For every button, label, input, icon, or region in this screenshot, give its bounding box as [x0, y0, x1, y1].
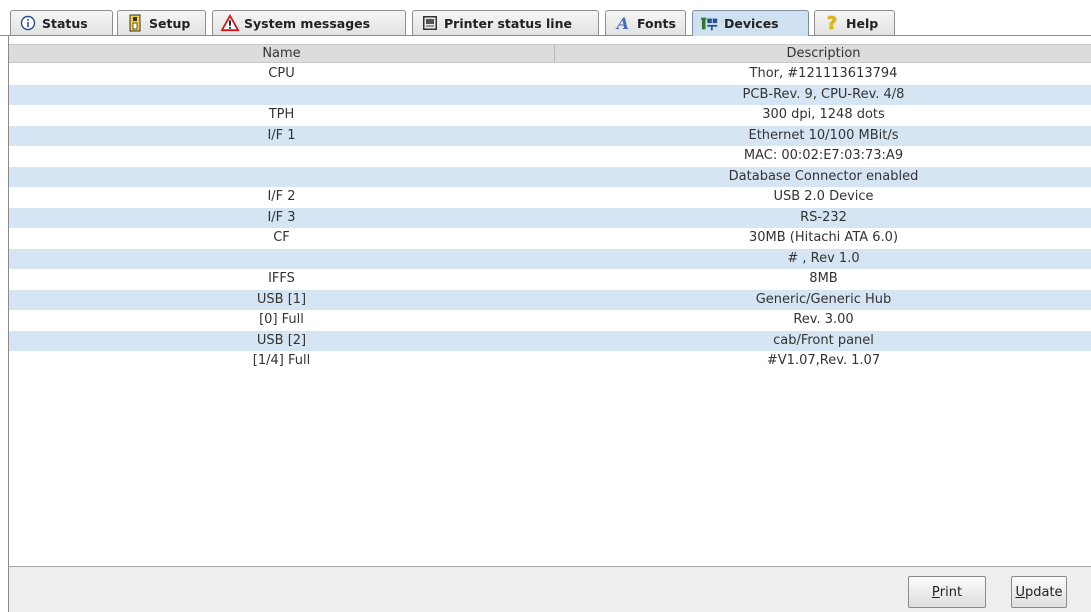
cell-description: Ethernet 10/100 MBit/s — [748, 127, 899, 143]
cell-description: # , Rev 1.0 — [787, 250, 860, 266]
column-header-name[interactable]: Name — [9, 45, 555, 62]
cell-description: PCB-Rev. 9, CPU-Rev. 4/8 — [742, 86, 905, 102]
printer-status-icon — [421, 14, 439, 32]
print-button[interactable]: Print — [908, 576, 986, 608]
tab-status[interactable]: Status — [10, 10, 113, 35]
cell-description: #V1.07,Rev. 1.07 — [766, 353, 881, 368]
cell-description: cab/Front panel — [773, 332, 874, 348]
tab-fonts[interactable]: A Fonts — [605, 10, 686, 35]
table-row[interactable]: # , Rev 1.0 — [9, 248, 1091, 270]
cell-description: MAC: 00:02:E7:03:73:A9 — [743, 148, 904, 163]
column-header-description[interactable]: Description — [555, 45, 1091, 62]
cell-name: TPH — [268, 107, 295, 122]
table-row[interactable]: TPH 300 dpi, 1248 dots — [9, 105, 1091, 126]
cell-description: Thor, #121113613794 — [749, 66, 898, 81]
bottom-button-bar: Print Update — [8, 566, 1091, 612]
cell-description: Database Connector enabled — [728, 168, 919, 184]
cell-name: [1/4] Full — [252, 353, 311, 368]
cell-description: 300 dpi, 1248 dots — [762, 107, 885, 122]
print-label: rint — [939, 584, 963, 600]
table-row[interactable]: I/F 2 USB 2.0 Device — [9, 187, 1091, 208]
tab-label: Help — [846, 15, 879, 31]
cell-description: 30MB (Hitachi ATA 6.0) — [748, 230, 899, 245]
tab-label: Printer status line — [444, 15, 572, 31]
table-row[interactable]: USB [1] Generic/Generic Hub — [9, 289, 1091, 310]
help-icon: ? — [826, 12, 838, 34]
warning-icon — [221, 14, 239, 32]
cell-description: USB 2.0 Device — [773, 189, 874, 204]
cell-name — [9, 167, 554, 188]
cell-name — [9, 85, 554, 106]
update-label: pdate — [1024, 584, 1063, 600]
cell-description: Generic/Generic Hub — [755, 291, 892, 307]
cell-name: I/F 1 — [267, 127, 296, 143]
cell-description: Rev. 3.00 — [793, 312, 854, 327]
devices-icon — [701, 15, 719, 33]
table-row[interactable]: USB [2] cab/Front panel — [9, 330, 1091, 351]
cell-name: CPU — [268, 66, 295, 81]
table-row[interactable]: [1/4] Full #V1.07,Rev. 1.07 — [9, 351, 1091, 372]
cell-description: RS-232 — [800, 209, 847, 225]
update-button[interactable]: Update — [1011, 576, 1067, 608]
cell-name: [0] Full — [259, 312, 304, 327]
tab-help[interactable]: ? Help — [814, 10, 895, 35]
cell-name: IFFS — [268, 271, 295, 286]
table-row[interactable]: I/F 3 RS-232 — [9, 207, 1091, 228]
tab-printer-status-line[interactable]: Printer status line — [412, 10, 599, 35]
fonts-icon: A — [616, 13, 630, 33]
print-mnemonic: P — [931, 584, 940, 600]
devices-panel: Name Description CPU Thor, #121113613794 P… — [8, 36, 1091, 566]
cell-name — [9, 249, 554, 270]
cell-name: I/F 2 — [267, 189, 296, 204]
tab-bar: Status Setup System messages Printer sta… — [0, 0, 1091, 36]
devices-table-body: CPU Thor, #121113613794 PCB-Rev. 9, CPU-Re… — [9, 64, 1091, 372]
table-row[interactable]: Database Connector enabled — [9, 166, 1091, 188]
cell-name: I/F 3 — [267, 209, 296, 225]
table-row[interactable]: CPU Thor, #121113613794 — [9, 64, 1091, 85]
cell-name: USB [2] — [256, 332, 307, 348]
table-row[interactable]: I/F 1 Ethernet 10/100 MBit/s — [9, 125, 1091, 146]
info-icon — [19, 14, 37, 32]
tab-label: System messages — [244, 15, 371, 31]
cell-name: CF — [273, 230, 290, 245]
cell-name — [9, 146, 554, 167]
table-header: Name Description — [9, 44, 1091, 63]
cell-description: 8MB — [809, 271, 838, 286]
tab-system-messages[interactable]: System messages — [212, 10, 406, 35]
table-row[interactable]: PCB-Rev. 9, CPU-Rev. 4/8 — [9, 84, 1091, 106]
tab-label: Setup — [149, 15, 191, 31]
tab-label: Status — [42, 15, 88, 31]
cell-name: USB [1] — [256, 291, 307, 307]
table-row[interactable]: [0] Full Rev. 3.00 — [9, 310, 1091, 331]
table-row[interactable]: CF 30MB (Hitachi ATA 6.0) — [9, 228, 1091, 249]
tab-devices[interactable]: Devices — [692, 10, 809, 36]
setup-icon — [126, 14, 144, 32]
tab-setup[interactable]: Setup — [117, 10, 206, 35]
table-row[interactable]: MAC: 00:02:E7:03:73:A9 — [9, 146, 1091, 167]
update-mnemonic: U — [1015, 584, 1025, 600]
table-row[interactable]: IFFS 8MB — [9, 269, 1091, 290]
tab-label: Fonts — [637, 15, 676, 31]
tab-label: Devices — [724, 16, 779, 31]
